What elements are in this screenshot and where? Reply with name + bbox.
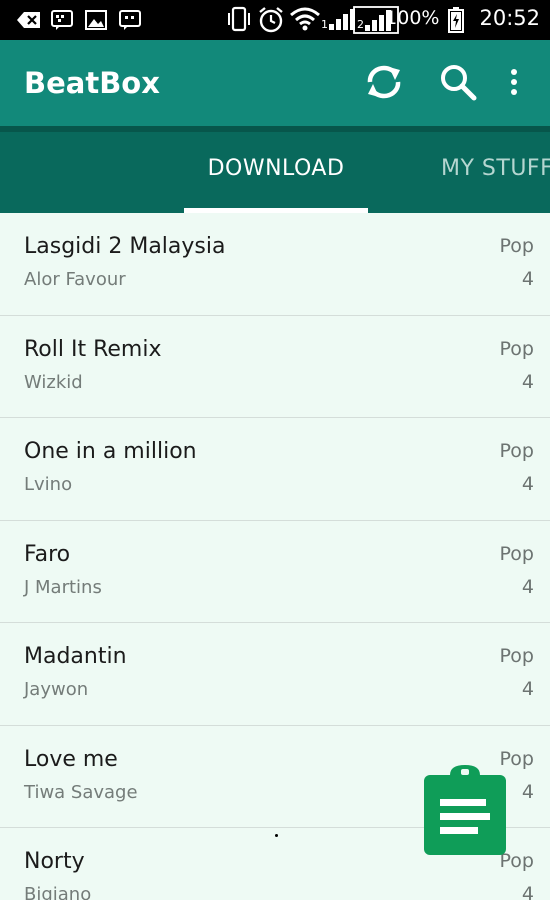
search-button[interactable]: [436, 62, 480, 106]
song-artist: Tiwa Savage: [24, 781, 138, 803]
signal-sim2-icon: 2: [353, 6, 400, 34]
song-artist: Jaywon: [24, 679, 89, 700]
image-icon: [84, 8, 108, 32]
song-genre: Pop: [499, 440, 534, 462]
song-artist: J Martins: [24, 576, 102, 598]
list-item[interactable]: One in a million Lvino Pop 4: [0, 418, 550, 521]
song-count: 4: [521, 883, 534, 900]
song-title: Roll It Remix: [24, 336, 162, 362]
wifi-icon: [289, 6, 321, 31]
alarm-icon: [257, 6, 283, 33]
song-title: One in a million: [24, 439, 197, 464]
clipboard-fab[interactable]: [424, 765, 506, 855]
song-genre: Pop: [499, 645, 534, 667]
battery-percent: 100%: [385, 7, 440, 29]
sync-icon: [362, 62, 406, 107]
song-artist: Lvino: [24, 474, 73, 495]
search-icon: [438, 62, 478, 107]
song-count: 4: [521, 575, 534, 598]
battery-icon: [447, 6, 471, 33]
tab-bar: DOWNLOAD MY STUFF: [0, 126, 550, 213]
vibrate-icon: [225, 6, 251, 32]
song-genre: Pop: [499, 235, 534, 257]
tab-download[interactable]: DOWNLOAD: [184, 156, 368, 181]
song-count: 4: [521, 268, 534, 290]
song-title: Faro: [24, 541, 71, 567]
song-genre: Pop: [499, 337, 534, 360]
back-icon: [16, 8, 40, 32]
song-title: Lasgidi 2 Malaysia: [24, 234, 226, 259]
bbm-icon: [50, 8, 74, 32]
song-count: 4: [521, 678, 534, 700]
song-count: 4: [521, 370, 534, 393]
song-count: 4: [521, 473, 534, 495]
scroll-indicator: [275, 834, 278, 837]
song-title: Norty: [24, 849, 85, 874]
app-title: BeatBox: [24, 66, 160, 100]
signal-icon: 1: [321, 6, 356, 31]
list-item[interactable]: Faro J Martins Pop 4: [0, 521, 550, 623]
sync-button[interactable]: [362, 62, 406, 106]
bbm-chat-icon: [118, 8, 142, 32]
svg-text:1: 1: [321, 18, 328, 31]
song-genre: Pop: [499, 542, 534, 565]
list-item[interactable]: Roll It Remix Wizkid Pop 4: [0, 316, 550, 418]
song-artist: Bigiano: [24, 884, 92, 900]
app-bar: BeatBox: [0, 40, 550, 126]
tab-my-stuff[interactable]: MY STUFF: [441, 156, 550, 181]
clipboard-icon: [424, 765, 506, 859]
more-options-button[interactable]: [492, 62, 536, 106]
more-vert-icon: [508, 67, 520, 102]
status-bar: 1 2 100% 20:52: [0, 0, 550, 40]
song-artist: Wizkid: [24, 371, 83, 393]
song-count: 4: [521, 780, 534, 803]
svg-text:2: 2: [357, 18, 364, 31]
tab-bar-shadow: [0, 126, 550, 132]
song-title: Madantin: [24, 644, 127, 669]
list-item[interactable]: Lasgidi 2 Malaysia Alor Favour Pop 4: [0, 213, 550, 316]
clock: 20:52: [479, 6, 540, 30]
song-title: Love me: [24, 746, 118, 772]
list-item[interactable]: Madantin Jaywon Pop 4: [0, 623, 550, 726]
song-artist: Alor Favour: [24, 269, 126, 290]
